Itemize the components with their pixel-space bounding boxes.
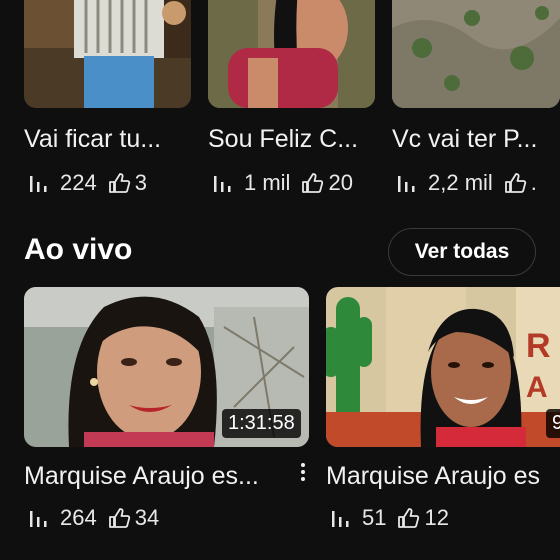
video-title-2[interactable]: Sou Feliz C... xyxy=(208,125,378,154)
svg-text:R: R xyxy=(526,327,551,365)
video-thumbnail-2[interactable] xyxy=(208,0,375,108)
live-video-title-2[interactable]: Marquise Araujo es xyxy=(326,462,560,491)
see-all-button[interactable]: Ver todas xyxy=(388,228,536,276)
bar-chart-icon xyxy=(28,507,50,529)
thumbnail-image xyxy=(392,0,560,108)
views-count: 224 xyxy=(60,170,97,195)
video-title-1[interactable]: Vai ficar tu... xyxy=(24,125,194,154)
bar-chart-icon xyxy=(396,172,418,194)
thumbnail-image xyxy=(24,0,191,108)
likes-count: 3 xyxy=(134,170,147,195)
video-title-3[interactable]: Vc vai ter P... xyxy=(392,125,560,154)
live-video-thumbnail-2[interactable]: R A xyxy=(326,287,560,447)
likes-count: . xyxy=(530,170,537,195)
thumbs-up-icon xyxy=(107,171,131,195)
live-video-stats-2: 51 12 xyxy=(330,505,449,531)
video-stats-1: 224 3 xyxy=(28,170,147,196)
section-heading: Ao vivo xyxy=(24,233,133,266)
live-video-stats-1: 264 34 xyxy=(28,505,159,531)
views-count: 264 xyxy=(60,505,97,530)
duration-badge-2: 9 xyxy=(546,409,560,438)
thumbs-up-icon xyxy=(396,506,420,530)
bar-chart-icon xyxy=(330,507,352,529)
video-stats-2: 1 mil 20 xyxy=(212,170,353,196)
thumbnail-image xyxy=(208,0,375,108)
likes-count: 34 xyxy=(134,505,160,530)
views-count: 2,2 mil xyxy=(428,170,493,195)
svg-text:A: A xyxy=(526,371,548,404)
thumbnail-image: R A xyxy=(326,287,560,447)
views-count: 51 xyxy=(362,505,387,530)
thumbs-up-icon xyxy=(300,171,324,195)
video-thumbnail-3[interactable] xyxy=(392,0,560,108)
bar-chart-icon xyxy=(28,172,50,194)
video-thumbnail-1[interactable] xyxy=(24,0,191,108)
views-count: 1 mil xyxy=(244,170,291,195)
likes-count: 20 xyxy=(328,170,353,195)
duration-badge-1: 1:31:58 xyxy=(222,409,301,438)
live-video-title-1[interactable]: Marquise Araujo es... xyxy=(24,462,292,491)
bar-chart-icon xyxy=(212,172,234,194)
video-stats-3: 2,2 mil . xyxy=(396,170,537,196)
likes-count: 12 xyxy=(424,505,449,530)
thumbs-up-icon xyxy=(503,171,527,195)
more-vert-icon[interactable] xyxy=(296,460,310,488)
thumbs-up-icon xyxy=(107,506,131,530)
